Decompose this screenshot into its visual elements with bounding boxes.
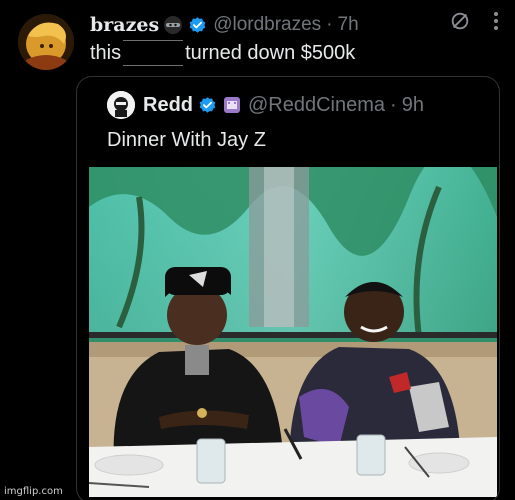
redacted-word <box>123 40 184 66</box>
cinema-emoji-icon <box>223 96 241 114</box>
verified-badge-icon <box>188 16 207 35</box>
action-icons <box>449 10 499 32</box>
quote-avatar[interactable] <box>107 91 135 119</box>
verified-badge-icon <box>198 96 217 115</box>
tweet-header: brazes @lordbrazes · 7h <box>90 12 359 38</box>
separator-dot: · <box>390 93 397 116</box>
quote-handle[interactable]: @ReddCinema <box>248 94 385 117</box>
watermark: imgflip.com <box>4 486 63 497</box>
more-options-icon[interactable] <box>493 10 499 32</box>
tweet-text-before: this <box>90 41 122 64</box>
tweet-text-after: turned down $500k <box>185 41 356 64</box>
timestamp[interactable]: 7h <box>338 14 359 36</box>
tweet-text: this turned down $500k <box>90 40 355 66</box>
tweet: brazes @lordbrazes · 7h this turned down… <box>0 0 515 500</box>
display-name[interactable]: brazes <box>90 14 159 36</box>
quoted-photo[interactable] <box>89 167 497 497</box>
no-entry-icon[interactable] <box>449 10 471 32</box>
handle[interactable]: @lordbrazes <box>213 14 321 36</box>
quoted-tweet-card[interactable]: Redd @ReddCinema · 9h Dinner With Jay Z <box>76 76 500 500</box>
ninja-emoji-icon <box>163 15 183 35</box>
quote-timestamp[interactable]: 9h <box>402 94 424 117</box>
avatar[interactable] <box>18 14 74 70</box>
quote-text: Dinner With Jay Z <box>107 129 266 151</box>
quote-header: Redd @ReddCinema · 9h <box>107 91 424 119</box>
separator-dot: · <box>326 14 333 35</box>
quote-display-name[interactable]: Redd <box>143 94 193 117</box>
